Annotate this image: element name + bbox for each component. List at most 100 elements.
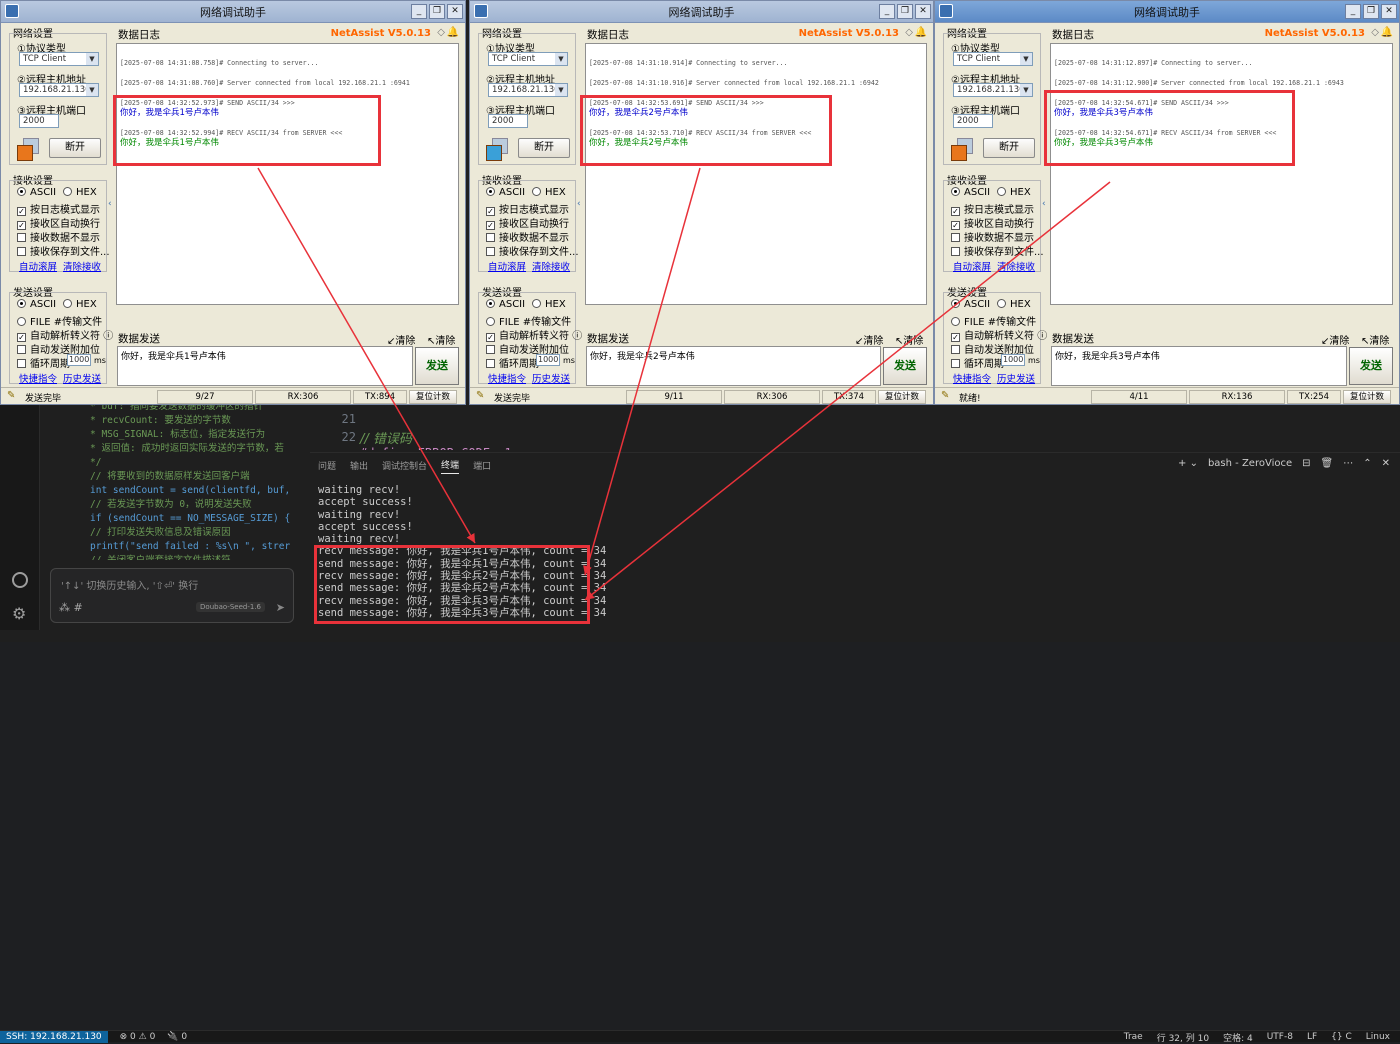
clear-log-button[interactable]: ↖清除 [1361, 332, 1389, 347]
host-select[interactable]: 192.168.21.130 ▼ [488, 83, 568, 97]
encoding[interactable]: UTF-8 [1267, 1032, 1293, 1042]
recv-ascii-radio[interactable]: ASCII [17, 187, 56, 198]
eol[interactable]: LF [1307, 1032, 1317, 1042]
ports-count[interactable]: 🔌 0 [167, 1032, 187, 1042]
minimize-button[interactable]: _ [411, 4, 427, 19]
language-mode[interactable]: {} C [1331, 1032, 1352, 1042]
info-icon[interactable]: ⓘ [1037, 331, 1047, 342]
auto-scroll-link[interactable]: 自动滚屏 [953, 259, 991, 273]
chat-tools-icon[interactable]: ⁂ # [59, 601, 83, 614]
recv-ascii-radio[interactable]: ASCII [951, 187, 990, 198]
chevron-down-icon[interactable]: ▼ [555, 53, 567, 65]
reset-count-button[interactable]: 复位计数 [878, 390, 926, 404]
brand-label[interactable]: NetAssist V5.0.13 [331, 28, 431, 39]
collapse-handle[interactable]: ‹ [1042, 199, 1047, 219]
title-bar[interactable]: 网络调试助手 _ ❐ ✕ [935, 1, 1399, 23]
reset-count-button[interactable]: 复位计数 [1343, 390, 1391, 404]
panel-tab[interactable]: 输出 [350, 459, 368, 472]
disconnect-button[interactable]: 断开 [518, 138, 570, 158]
send-option-cycle[interactable]: 循环周期 [486, 355, 539, 370]
cursor-position[interactable]: 行 32, 列 10 [1157, 1031, 1209, 1044]
chevron-down-icon[interactable]: ▼ [1020, 84, 1032, 96]
send-file-radio[interactable]: FILE #传输文件 [486, 313, 571, 328]
clear-recv-link[interactable]: 清除接收 [997, 259, 1035, 273]
close-button[interactable]: ✕ [915, 4, 931, 19]
recv-option-log-mode[interactable]: ✓ 按日志模式显示 [486, 201, 569, 216]
restore-button[interactable]: ❐ [897, 4, 913, 19]
send-ascii-radio[interactable]: ASCII [17, 299, 56, 310]
info-icon[interactable]: ⓘ [103, 331, 113, 342]
panel-tab[interactable]: 问题 [318, 459, 336, 472]
send-ascii-radio[interactable]: ASCII [951, 299, 990, 310]
terminal-name[interactable]: bash - ZeroVioce [1208, 458, 1292, 469]
auto-scroll-link[interactable]: 自动滚屏 [488, 259, 526, 273]
auto-scroll-link[interactable]: 自动滚屏 [19, 259, 57, 273]
recv-hex-radio[interactable]: HEX [997, 187, 1031, 198]
disconnect-button[interactable]: 断开 [983, 138, 1035, 158]
more-icon[interactable]: ⋯ [1343, 458, 1353, 469]
chevron-down-icon[interactable]: ▼ [86, 53, 98, 65]
send-textarea[interactable]: 你好，我是伞兵2号卢本伟 [586, 346, 881, 386]
panel-tab[interactable]: 终端 [441, 458, 460, 474]
chevron-down-icon[interactable]: ▼ [555, 84, 567, 96]
brand-label[interactable]: NetAssist V5.0.13 [799, 28, 899, 39]
diamond-icon[interactable]: ◇ [905, 27, 913, 38]
recv-option-log-mode[interactable]: ✓ 按日志模式显示 [951, 201, 1034, 216]
send-hex-radio[interactable]: HEX [63, 299, 97, 310]
chevron-down-icon[interactable]: ▼ [1020, 53, 1032, 65]
protocol-select[interactable]: TCP Client ▼ [488, 52, 568, 66]
add-terminal-icon[interactable]: + ⌄ [1178, 458, 1198, 469]
clear-send-button[interactable]: ↙清除 [1321, 332, 1349, 347]
clear-send-button[interactable]: ↙清除 [387, 332, 415, 347]
cycle-input[interactable]: 1000 [1001, 354, 1025, 366]
send-option-escape[interactable]: ✓ 自动解析转义符 ⓘ [17, 327, 113, 342]
port-input[interactable]: 2000 [488, 114, 528, 128]
account-icon[interactable] [12, 572, 28, 588]
close-button[interactable]: ✕ [1381, 4, 1397, 19]
shortcut-link[interactable]: 快捷指令 [19, 371, 57, 385]
send-option-cycle[interactable]: 循环周期 [17, 355, 70, 370]
host-select[interactable]: 192.168.21.130 ▼ [19, 83, 99, 97]
brand-label[interactable]: NetAssist V5.0.13 [1265, 28, 1365, 39]
restore-button[interactable]: ❐ [429, 4, 445, 19]
reset-count-button[interactable]: 复位计数 [409, 390, 457, 404]
recv-hex-radio[interactable]: HEX [63, 187, 97, 198]
port-input[interactable]: 2000 [19, 114, 59, 128]
send-ascii-radio[interactable]: ASCII [486, 299, 525, 310]
log-area[interactable]: [2025-07-08 14:31:12.897]# Connecting to… [1050, 43, 1393, 305]
disconnect-button[interactable]: 断开 [49, 138, 101, 158]
bell-icon[interactable]: 🔔 [447, 27, 459, 38]
recv-option-save[interactable]: 接收保存到文件... [951, 243, 1044, 258]
recv-hex-radio[interactable]: HEX [532, 187, 566, 198]
info-icon[interactable]: ⓘ [572, 331, 582, 342]
clear-log-button[interactable]: ↖清除 [895, 332, 923, 347]
send-option-escape[interactable]: ✓ 自动解析转义符 ⓘ [486, 327, 582, 342]
send-option-cycle[interactable]: 循环周期 [951, 355, 1004, 370]
collapse-handle[interactable]: ‹ [108, 199, 113, 219]
minimize-button[interactable]: _ [1345, 4, 1361, 19]
cycle-input[interactable]: 1000 [536, 354, 560, 366]
restore-button[interactable]: ❐ [1363, 4, 1379, 19]
history-link[interactable]: 历史发送 [997, 371, 1035, 385]
send-button[interactable]: 发送 [883, 347, 927, 385]
chat-input[interactable]: '↑↓' 切换历史输入, '⇧⏎' 换行 ⁂ # Doubao-Seed-1.6… [50, 568, 294, 623]
split-icon[interactable]: ⊟ [1302, 458, 1310, 469]
host-select[interactable]: 192.168.21.130 ▼ [953, 83, 1033, 97]
send-button[interactable]: 发送 [415, 347, 459, 385]
send-option-escape[interactable]: ✓ 自动解析转义符 ⓘ [951, 327, 1047, 342]
recv-option-hide[interactable]: 接收数据不显示 [951, 229, 1034, 244]
log-area[interactable]: [2025-07-08 14:31:10.914]# Connecting to… [585, 43, 927, 305]
shortcut-link[interactable]: 快捷指令 [488, 371, 526, 385]
panel-tab[interactable]: 端口 [473, 459, 491, 472]
trash-icon[interactable]: 🗑 [1321, 458, 1334, 469]
collapse-handle[interactable]: ‹ [577, 199, 582, 219]
protocol-select[interactable]: TCP Client ▼ [19, 52, 99, 66]
recv-option-save[interactable]: 接收保存到文件... [486, 243, 579, 258]
send-file-radio[interactable]: FILE #传输文件 [951, 313, 1036, 328]
send-arrow-icon[interactable]: ➤ [276, 601, 285, 614]
log-area[interactable]: [2025-07-08 14:31:08.758]# Connecting to… [116, 43, 459, 305]
bell-icon[interactable]: 🔔 [1381, 27, 1393, 38]
title-bar[interactable]: 网络调试助手 _ ❐ ✕ [470, 1, 933, 23]
minimize-button[interactable]: _ [879, 4, 895, 19]
send-textarea[interactable]: 你好，我是伞兵3号卢本伟 [1051, 346, 1347, 386]
